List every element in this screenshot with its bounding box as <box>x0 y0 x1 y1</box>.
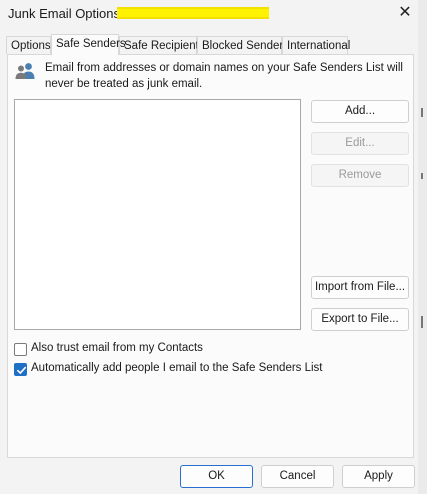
safe-senders-list[interactable] <box>14 99 301 330</box>
window-title: Junk Email Options - <box>8 6 128 21</box>
background-window-mark <box>421 108 423 117</box>
background-window-mark <box>421 316 423 328</box>
auto-add-checkbox[interactable] <box>14 363 27 376</box>
remove-button[interactable]: Remove <box>311 164 409 187</box>
tab-safe-senders[interactable]: Safe Senders <box>51 34 126 55</box>
tab-blocked-senders[interactable]: Blocked Senders <box>197 36 289 54</box>
trust-contacts-checkbox[interactable] <box>14 343 27 356</box>
people-icon <box>15 63 35 79</box>
edit-button[interactable]: Edit... <box>311 132 409 155</box>
close-icon[interactable]: ✕ <box>393 2 417 24</box>
background-window-mark <box>421 173 423 179</box>
export-to-file-button[interactable]: Export to File... <box>311 308 409 331</box>
ok-button[interactable]: OK <box>180 465 253 488</box>
tab-international[interactable]: International <box>282 36 350 54</box>
cancel-button[interactable]: Cancel <box>261 465 334 488</box>
redacted-account-name <box>117 7 269 19</box>
add-button[interactable]: Add... <box>311 100 409 123</box>
auto-add-label[interactable]: Automatically add people I email to the … <box>31 362 323 374</box>
checkmark-icon <box>17 366 27 374</box>
import-from-file-button[interactable]: Import from File... <box>311 276 409 299</box>
title-bar: Junk Email Options - ✕ <box>0 0 427 28</box>
apply-button[interactable]: Apply <box>342 465 415 488</box>
tab-options[interactable]: Options <box>6 36 51 54</box>
background-window-edge <box>418 0 427 494</box>
description-text: Email from addresses or domain names on … <box>45 62 403 90</box>
trust-contacts-label[interactable]: Also trust email from my Contacts <box>31 342 203 354</box>
tab-safe-recipients[interactable]: Safe Recipients <box>119 36 205 54</box>
